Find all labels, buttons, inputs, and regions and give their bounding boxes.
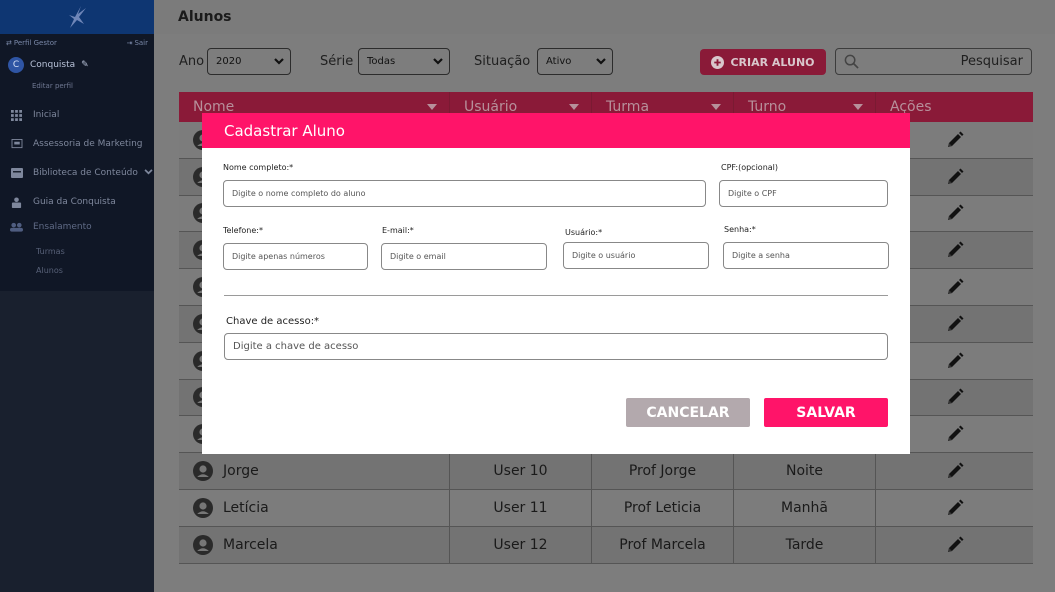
cell-turma: Prof Leticia — [592, 489, 734, 526]
edit-pencil-icon[interactable] — [945, 387, 965, 407]
cell-usuario: User 10 — [450, 453, 592, 489]
cancel-button[interactable]: CANCELAR — [626, 398, 750, 427]
cell-usuario: User 12 — [450, 526, 592, 563]
chave-label: Chave de acesso:* — [226, 316, 320, 327]
edit-pencil-icon[interactable] — [945, 498, 965, 518]
sidebar: ⇄ Perfil Gestor ⇥ Sair C Conquista ✎ Edita… — [0, 0, 154, 592]
perfil-gestor-link[interactable]: ⇄ Perfil Gestor — [6, 39, 57, 47]
guide-icon — [10, 196, 23, 208]
nome-label: Nome completo:* — [223, 163, 294, 172]
search-icon — [844, 54, 859, 69]
cell-turno: Noite — [734, 453, 876, 489]
plus-circle-icon — [711, 55, 725, 69]
table-row: Letícia User 11 Prof Leticia Manhã — [179, 489, 1033, 527]
cell-turma: Prof Jorge — [592, 453, 734, 489]
usuario-label: Usuário:* — [565, 228, 603, 237]
sidebar-item-biblioteca[interactable]: Biblioteca de Conteúdo — [0, 163, 154, 183]
edit-profile-link[interactable]: Editar perfil — [0, 81, 154, 91]
cell-nome: Jorge — [179, 453, 450, 489]
save-button[interactable]: SALVAR — [764, 398, 888, 427]
logout-link[interactable]: ⇥ Sair — [127, 39, 148, 47]
sort-down-icon — [711, 104, 721, 110]
users-icon — [10, 222, 23, 233]
person-icon — [193, 534, 213, 555]
sidebar-subitem-alunos[interactable]: Alunos — [0, 263, 154, 277]
cell-acoes — [876, 453, 1033, 489]
sidebar-item-inicial[interactable]: Inicial — [0, 105, 154, 125]
ano-label: Ano — [179, 54, 205, 69]
cell-usuario: User 11 — [450, 489, 592, 526]
edit-pencil-icon[interactable] — [945, 240, 965, 260]
person-icon — [193, 497, 213, 518]
edit-pencil-icon[interactable] — [945, 535, 965, 555]
table-row: Jorge User 10 Prof Jorge Noite — [179, 453, 1033, 490]
edit-pencil-icon[interactable] — [945, 203, 965, 223]
swap-icon: ⇄ — [6, 39, 12, 47]
sidebar-item-guia[interactable]: Guia da Conquista — [0, 192, 154, 212]
page-header: Alunos — [154, 0, 1055, 34]
library-icon — [10, 168, 23, 179]
senha-input[interactable]: Digite a senha — [723, 242, 889, 269]
telefone-label: Telefone:* — [223, 226, 263, 235]
table-row: Marcela User 12 Prof Marcela Tarde — [179, 526, 1033, 564]
sidebar-item-assessoria[interactable]: Assessoria de Marketing — [0, 134, 154, 154]
edit-pencil-icon[interactable] — [945, 130, 965, 150]
grid-icon — [10, 109, 23, 121]
logo-bar — [0, 0, 154, 34]
cell-acoes — [876, 527, 1033, 563]
divider — [224, 295, 888, 296]
cell-nome: Marcela — [179, 526, 450, 563]
page-title: Alunos — [178, 9, 232, 25]
situacao-label: Situação — [474, 54, 531, 69]
modal-title: Cadastrar Aluno — [224, 121, 345, 140]
sort-down-icon — [853, 104, 863, 110]
user-row: C Conquista ✎ — [0, 55, 154, 75]
email-label: E-mail:* — [382, 226, 414, 235]
register-student-modal: Cadastrar Aluno Nome completo:* Digite o… — [202, 113, 910, 454]
cell-turno: Manhã — [734, 489, 876, 526]
cell-nome: Letícia — [179, 489, 450, 526]
search-input[interactable]: Pesquisar — [835, 48, 1032, 75]
cpf-input[interactable]: Digite o CPF — [719, 180, 888, 207]
edit-pencil-icon[interactable] — [945, 461, 965, 481]
cell-acoes — [876, 490, 1033, 526]
pencil-icon[interactable]: ✎ — [81, 60, 89, 70]
avatar: C — [8, 57, 24, 73]
edit-pencil-icon[interactable] — [945, 277, 965, 297]
modal-header: Cadastrar Aluno — [202, 113, 910, 148]
edit-pencil-icon[interactable] — [945, 351, 965, 371]
chave-input[interactable]: Digite a chave de acesso — [224, 333, 888, 360]
person-icon — [193, 461, 213, 482]
cell-turma: Prof Marcela — [592, 526, 734, 563]
serie-label: Série — [320, 54, 354, 69]
sidebar-subitem-turmas[interactable]: Turmas — [0, 244, 154, 258]
chevron-down-icon — [433, 58, 443, 65]
edit-pencil-icon[interactable] — [945, 167, 965, 187]
profile-switch-row: ⇄ Perfil Gestor ⇥ Sair — [0, 37, 154, 49]
sort-down-icon — [427, 104, 437, 110]
chevron-down-icon — [274, 58, 284, 65]
ano-select[interactable]: 2020 — [207, 48, 291, 75]
cpf-label: CPF:(opcional) — [721, 163, 779, 172]
sort-down-icon — [569, 104, 579, 110]
exit-icon: ⇥ — [126, 39, 133, 47]
nome-input[interactable]: Digite o nome completo do aluno — [223, 180, 706, 207]
serie-select[interactable]: Todas — [358, 48, 450, 75]
create-student-button[interactable]: CRIAR ALUNO — [700, 49, 826, 75]
user-name: Conquista — [30, 60, 76, 70]
chevron-down-icon[interactable] — [144, 168, 153, 178]
cell-turno: Tarde — [734, 526, 876, 563]
edit-pencil-icon[interactable] — [945, 314, 965, 334]
sidebar-item-ensalamento[interactable]: Ensalamento — [0, 217, 154, 237]
chevron-down-icon — [596, 58, 606, 65]
situacao-select[interactable]: Ativo — [537, 48, 613, 75]
senha-label: Senha:* — [724, 225, 756, 234]
telefone-input[interactable]: Digite apenas números — [223, 243, 368, 270]
presentation-icon — [10, 139, 23, 150]
email-input[interactable]: Digite o email — [381, 243, 547, 270]
edit-pencil-icon[interactable] — [945, 424, 965, 444]
usuario-input[interactable]: Digite o usuário — [563, 242, 709, 269]
logo-icon — [69, 6, 86, 28]
